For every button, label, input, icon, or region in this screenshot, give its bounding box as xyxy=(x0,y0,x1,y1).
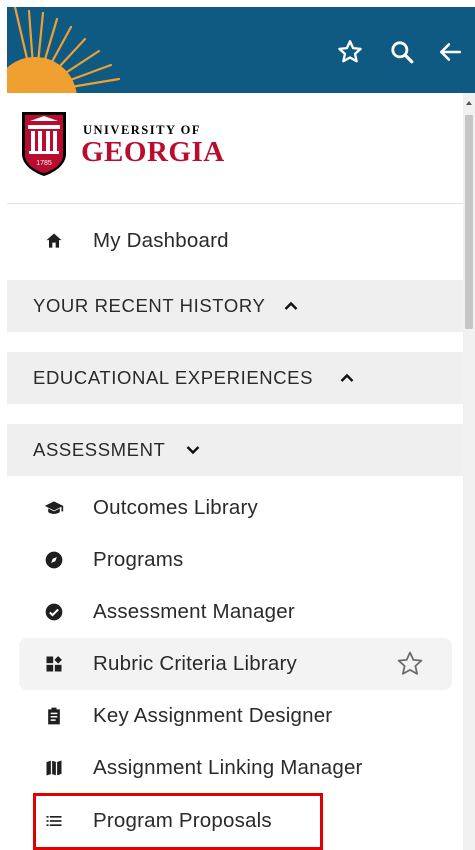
scrollbar[interactable] xyxy=(463,93,475,850)
chevron-down-icon xyxy=(186,446,200,455)
home-icon xyxy=(43,230,65,252)
arrow-back-icon[interactable] xyxy=(435,37,465,67)
section-recent-history[interactable]: YOUR RECENT HISTORY xyxy=(7,280,463,332)
nav-item-label: Programs xyxy=(93,548,184,571)
section-educational-experiences[interactable]: EDUCATIONAL EXPERIENCES xyxy=(7,352,463,404)
section-label: YOUR RECENT HISTORY xyxy=(33,295,266,316)
chevron-up-icon xyxy=(340,373,354,382)
nav-item-my-dashboard[interactable]: My Dashboard xyxy=(7,216,463,266)
nav-item-label: Assignment Linking Manager xyxy=(93,756,363,779)
scroll-up-arrow-icon[interactable] xyxy=(466,101,472,105)
nav-item-label: Key Assignment Designer xyxy=(93,704,333,727)
map-icon xyxy=(43,757,65,779)
divider xyxy=(7,203,463,204)
star-outline-icon[interactable] xyxy=(395,649,425,679)
nav-item-label: Rubric Criteria Library xyxy=(93,652,297,675)
section-label: ASSESSMENT xyxy=(33,439,166,460)
scrollbar-thumb[interactable] xyxy=(465,115,473,329)
nav-item-label: Program Proposals xyxy=(93,809,272,832)
check-circle-icon xyxy=(43,601,65,623)
nav-item-assignment-linking-manager[interactable]: Assignment Linking Manager xyxy=(7,743,463,793)
list-icon xyxy=(43,810,65,832)
nav-item-outcomes-library[interactable]: Outcomes Library xyxy=(7,483,463,533)
navigation-panel: 1785 UNIVERSITY OF GEORGIA My Dashboard … xyxy=(7,93,475,850)
dashboard-grid-icon xyxy=(43,653,65,675)
clipboard-icon xyxy=(43,705,65,727)
section-assessment[interactable]: ASSESSMENT xyxy=(7,424,463,476)
nav-item-label: My Dashboard xyxy=(93,229,229,252)
university-logo[interactable]: 1785 UNIVERSITY OF GEORGIA xyxy=(21,111,261,179)
nav-item-program-proposals[interactable]: Program Proposals xyxy=(7,796,463,846)
nav-item-label: Outcomes Library xyxy=(93,496,258,519)
compass-icon xyxy=(43,549,65,571)
nav-item-assessment-manager[interactable]: Assessment Manager xyxy=(7,587,463,637)
nav-item-programs[interactable]: Programs xyxy=(7,535,463,585)
sun-logo-icon xyxy=(7,7,121,93)
svg-text:1785: 1785 xyxy=(36,160,52,167)
section-label: EDUCATIONAL EXPERIENCES xyxy=(33,367,314,388)
nav-item-label: Assessment Manager xyxy=(93,600,295,623)
graduation-cap-icon xyxy=(43,497,65,519)
logo-text-line2: GEORGIA xyxy=(81,136,225,168)
arch-emblem-icon: 1785 xyxy=(22,112,66,176)
nav-item-key-assignment-designer[interactable]: Key Assignment Designer xyxy=(7,691,463,741)
chevron-up-icon xyxy=(284,301,298,310)
search-icon[interactable] xyxy=(387,37,417,67)
favorite-star-icon[interactable] xyxy=(335,37,365,67)
app-header xyxy=(7,7,475,93)
